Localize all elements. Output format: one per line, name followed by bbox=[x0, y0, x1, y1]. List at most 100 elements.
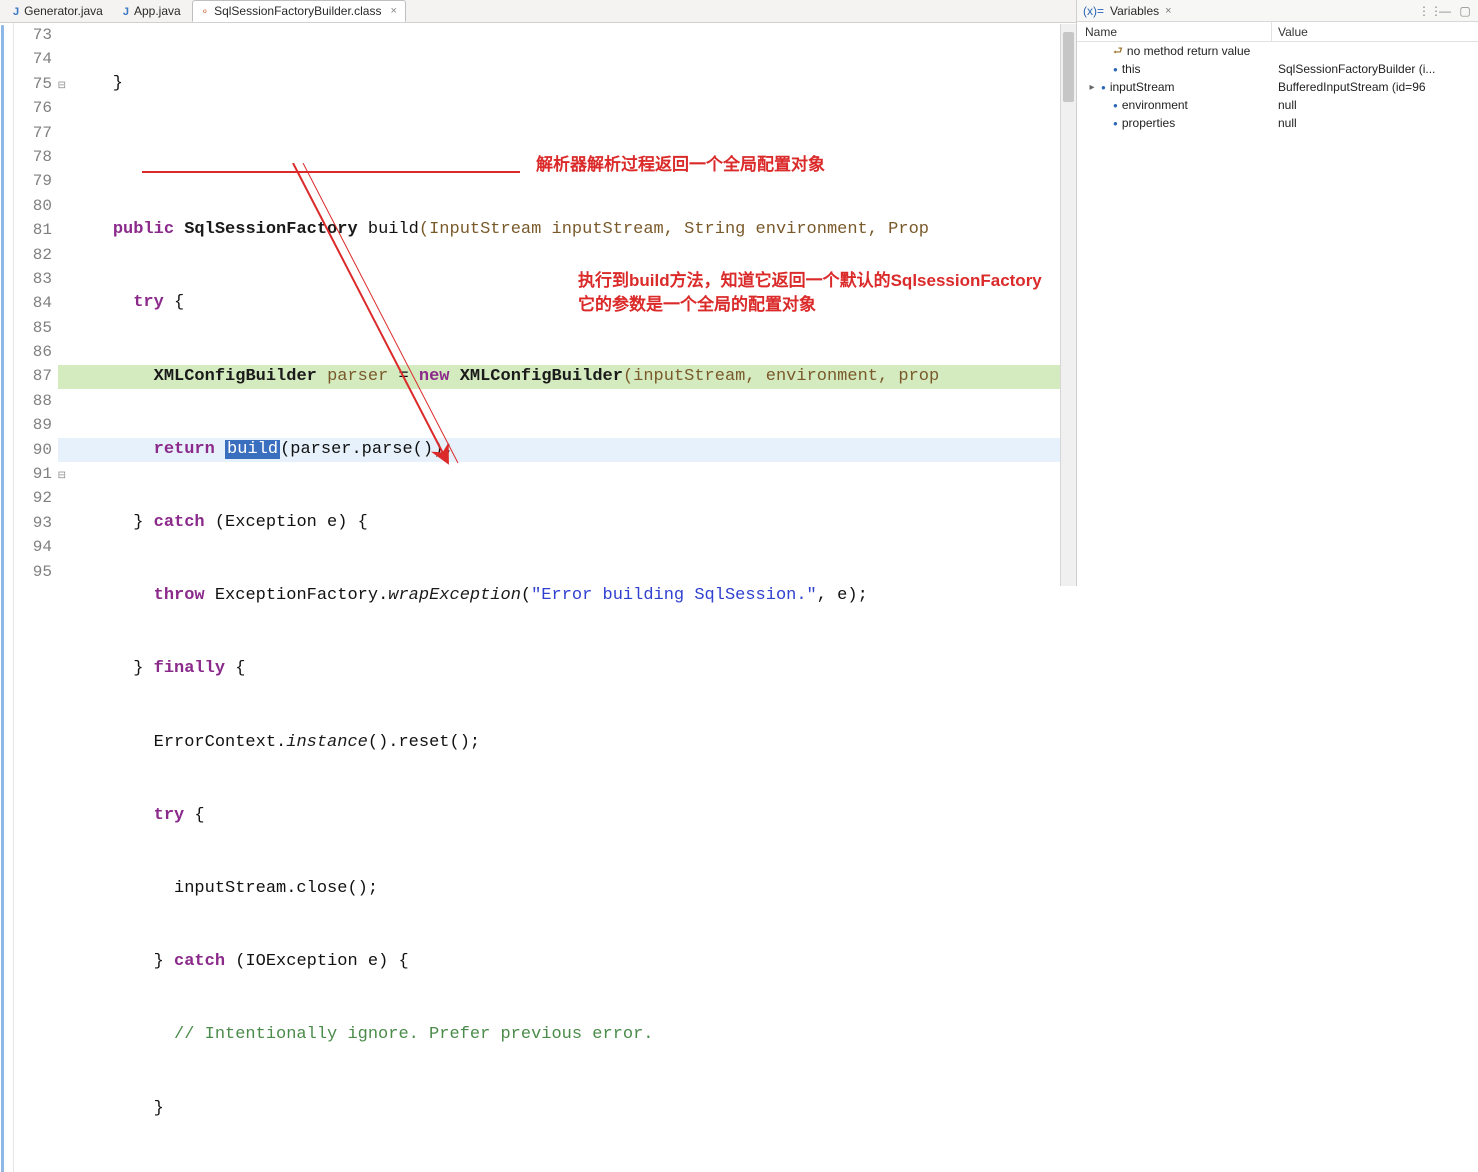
close-icon[interactable]: × bbox=[390, 5, 396, 17]
line-number: 76 bbox=[14, 96, 52, 120]
toolbar-icon[interactable]: ⋮⋮ bbox=[1418, 4, 1432, 18]
kw: catch bbox=[154, 513, 205, 532]
line-number: 82 bbox=[14, 243, 52, 267]
variables-body: no method return value● thisSqlSessionFa… bbox=[1077, 42, 1478, 586]
func: instance bbox=[286, 733, 368, 752]
code-line: { bbox=[225, 659, 245, 678]
bullet-icon: ● bbox=[1113, 101, 1118, 110]
col-header-name[interactable]: Name bbox=[1077, 22, 1272, 41]
variable-name-cell: ● environment bbox=[1077, 98, 1272, 112]
line-number: 81 bbox=[14, 218, 52, 242]
scrollbar-thumb[interactable] bbox=[1063, 32, 1074, 102]
variables-titlebar: (x)= Variables × ⋮⋮ — ▢ bbox=[1077, 0, 1478, 22]
tab-generator[interactable]: Generator.java bbox=[4, 0, 112, 22]
code-line: } bbox=[72, 513, 154, 532]
line-number: 86 bbox=[14, 340, 52, 364]
params: (InputStream inputStream, String environ… bbox=[419, 220, 929, 239]
variable-row[interactable]: ▸● inputStreamBufferedInputStream (id=96 bbox=[1077, 78, 1478, 96]
code-line: } bbox=[72, 659, 154, 678]
vertical-scrollbar[interactable] bbox=[1060, 24, 1076, 586]
variable-name-cell: ▸● inputStream bbox=[1077, 80, 1272, 94]
type: XMLConfigBuilder bbox=[460, 367, 623, 386]
line-number: 95 bbox=[14, 560, 52, 584]
maximize-icon[interactable]: ▢ bbox=[1458, 4, 1472, 18]
java-file-icon bbox=[123, 4, 129, 18]
bullet-icon: ● bbox=[1113, 65, 1118, 74]
kw: new bbox=[419, 367, 450, 386]
line-number: 75 bbox=[14, 72, 52, 96]
tab-label: Generator.java bbox=[24, 4, 103, 18]
variables-header: Name Value bbox=[1077, 22, 1478, 42]
kw: return bbox=[154, 440, 215, 459]
variable-row[interactable]: ● environmentnull bbox=[1077, 96, 1478, 114]
variable-name-cell: ● properties bbox=[1077, 116, 1272, 130]
kw: finally bbox=[154, 659, 225, 678]
code-line: { bbox=[184, 806, 204, 825]
tree-expander-icon[interactable]: ▸ bbox=[1087, 82, 1097, 93]
variable-value-cell: SqlSessionFactoryBuilder (i... bbox=[1272, 62, 1478, 76]
kw: catch bbox=[174, 952, 225, 971]
editor-tab-bar: Generator.java App.java SqlSessionFactor… bbox=[0, 0, 1076, 23]
variable-name: properties bbox=[1122, 116, 1175, 130]
type: SqlSessionFactory bbox=[184, 220, 357, 239]
variable-row[interactable]: ● propertiesnull bbox=[1077, 114, 1478, 132]
variable-name: environment bbox=[1122, 98, 1188, 112]
line-number: 91 bbox=[14, 462, 52, 486]
variables-panel: (x)= Variables × ⋮⋮ — ▢ Name Value no me… bbox=[1076, 0, 1478, 586]
tab-label: App.java bbox=[134, 4, 181, 18]
variable-name-cell: ● this bbox=[1077, 62, 1272, 76]
code-line: } bbox=[72, 952, 174, 971]
code-line: inputStream.close(); bbox=[72, 879, 378, 898]
panel-title: Variables bbox=[1110, 4, 1159, 18]
kw: public bbox=[113, 220, 174, 239]
variable-name-cell: no method return value bbox=[1077, 42, 1272, 61]
code-wrap: 7374757677787980818283848586878889909192… bbox=[0, 23, 1076, 1172]
code-line: (IOException e) { bbox=[225, 952, 409, 971]
func: wrapException bbox=[388, 586, 521, 605]
code-line: (parser.parse()); bbox=[280, 440, 453, 459]
variable-value-cell: BufferedInputStream (id=96 bbox=[1272, 80, 1478, 94]
code-line: } bbox=[72, 1099, 164, 1118]
line-number: 78 bbox=[14, 145, 52, 169]
variable-name: this bbox=[1122, 62, 1141, 76]
tab-sqlsessionfactorybuilder[interactable]: SqlSessionFactoryBuilder.class × bbox=[192, 0, 406, 22]
variable-row[interactable]: ● thisSqlSessionFactoryBuilder (i... bbox=[1077, 60, 1478, 78]
variables-icon: (x)= bbox=[1083, 4, 1104, 18]
close-icon[interactable]: × bbox=[1165, 5, 1171, 17]
type: XMLConfigBuilder bbox=[154, 367, 317, 386]
args: (inputStream, environment, prop bbox=[623, 367, 939, 386]
line-number: 92 bbox=[14, 486, 52, 510]
line-number: 79 bbox=[14, 169, 52, 193]
line-number: 83 bbox=[14, 267, 52, 291]
col-header-value[interactable]: Value bbox=[1272, 22, 1478, 41]
code-editor[interactable]: } public SqlSessionFactory build(InputSt… bbox=[58, 23, 1076, 1172]
line-number: 88 bbox=[14, 389, 52, 413]
annotation-text: 执行到build方法，知道它返回一个默认的SqlsessionFactory bbox=[578, 269, 1042, 293]
line-number: 87 bbox=[14, 364, 52, 388]
minimize-icon[interactable]: — bbox=[1438, 4, 1452, 18]
line-number: 84 bbox=[14, 291, 52, 315]
line-number: 85 bbox=[14, 316, 52, 340]
code-line: { bbox=[164, 293, 184, 312]
kw: try bbox=[154, 806, 185, 825]
line-number: 90 bbox=[14, 438, 52, 462]
code-line: ( bbox=[521, 586, 531, 605]
code-line: ErrorContext. bbox=[72, 733, 286, 752]
line-number: 74 bbox=[14, 47, 52, 71]
comment: // Intentionally ignore. Prefer previous… bbox=[72, 1025, 654, 1044]
line-number: 89 bbox=[14, 413, 52, 437]
line-number: 73 bbox=[14, 23, 52, 47]
editor-area: Generator.java App.java SqlSessionFactor… bbox=[0, 0, 1076, 586]
variable-row[interactable]: no method return value bbox=[1077, 42, 1478, 60]
code-line: = bbox=[388, 367, 419, 386]
code-line: ().reset(); bbox=[368, 733, 480, 752]
bullet-icon: ● bbox=[1113, 119, 1118, 128]
variable-name: inputStream bbox=[1110, 80, 1175, 94]
tab-app[interactable]: App.java bbox=[114, 0, 190, 22]
variable-value-cell: null bbox=[1272, 116, 1478, 130]
arrow-icon bbox=[258, 163, 478, 483]
tab-label: SqlSessionFactoryBuilder.class bbox=[214, 4, 381, 18]
kw: try bbox=[133, 293, 164, 312]
code-line: } bbox=[72, 74, 123, 93]
variable-name: no method return value bbox=[1127, 44, 1250, 58]
